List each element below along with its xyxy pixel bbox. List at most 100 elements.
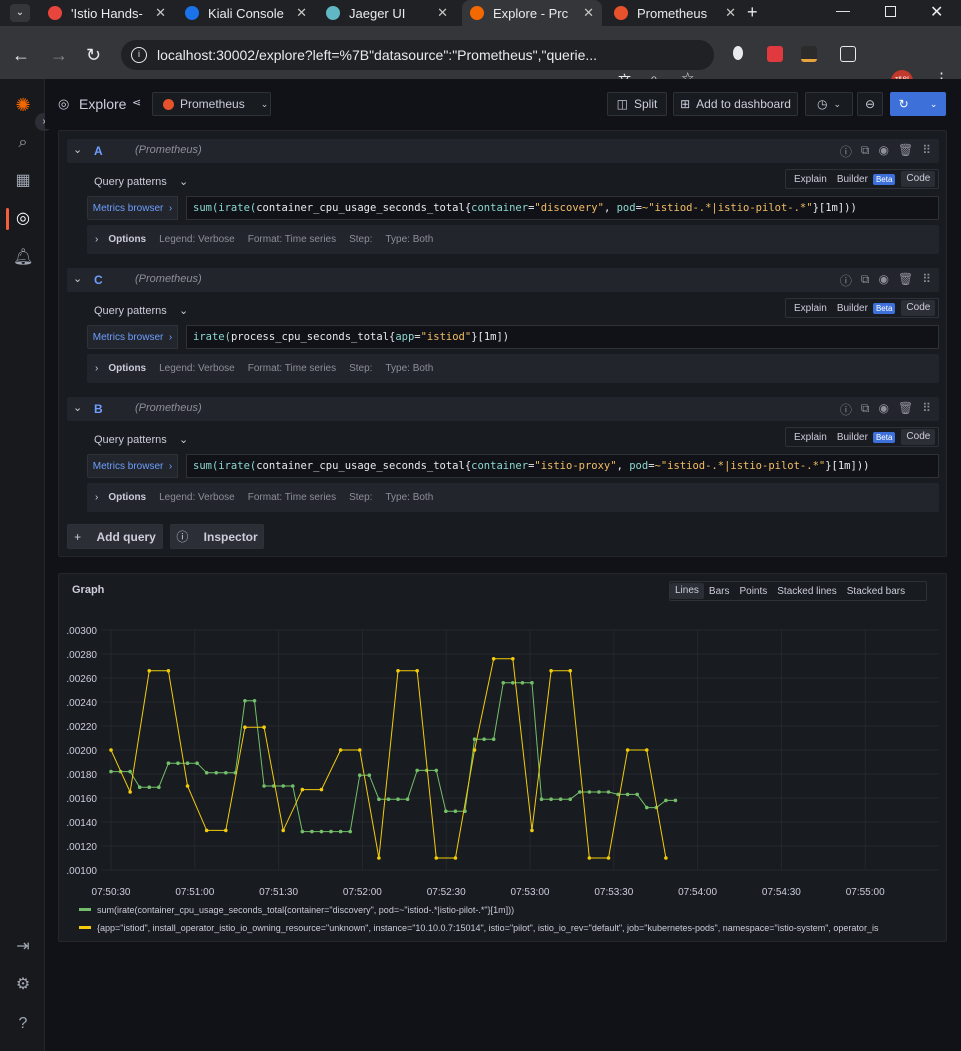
browser-tab[interactable]: 'Istio Hands- ✕ xyxy=(40,0,174,26)
query-header[interactable]: ⌄ A (Prometheus) ⓘ ⧉ ◉ 🗑︎ ⠿ xyxy=(67,139,939,163)
eye-icon[interactable]: ◉ xyxy=(878,272,888,289)
forward-icon[interactable]: → xyxy=(50,45,68,66)
datasource-picker[interactable]: Prometheus ⌄ xyxy=(152,92,271,116)
maximize-icon[interactable] xyxy=(885,6,896,17)
search-icon[interactable]: ⌕ xyxy=(13,133,33,153)
data-point xyxy=(137,785,142,789)
code-mode-tab[interactable]: Code xyxy=(901,429,936,445)
add-to-dashboard-button[interactable]: ⊞ Add to dashboard xyxy=(673,92,798,116)
data-point xyxy=(472,748,477,752)
extension-icon[interactable] xyxy=(801,46,817,62)
time-picker-button[interactable]: ◷ ⌄ xyxy=(805,92,853,116)
eye-icon[interactable]: ◉ xyxy=(878,143,888,160)
alerting-bell-icon[interactable]: 🔔︎ xyxy=(13,248,33,268)
dashboards-icon[interactable]: ▦ xyxy=(13,171,33,191)
trash-icon[interactable]: 🗑︎ xyxy=(898,272,913,289)
query-header[interactable]: ⌄ C (Prometheus) ⓘ ⧉ ◉ 🗑︎ ⠿ xyxy=(67,268,939,292)
close-tab-icon[interactable]: ✕ xyxy=(725,5,736,21)
close-tab-icon[interactable]: ✕ xyxy=(437,5,448,21)
explain-toggle[interactable]: Explain xyxy=(789,432,832,443)
browser-tab[interactable]: Explore - Prc ✕ xyxy=(462,0,602,26)
help-icon[interactable]: ⓘ xyxy=(840,401,852,418)
collapse-chevron-icon[interactable]: ⌄ xyxy=(73,272,82,285)
query-ref-id[interactable]: A xyxy=(94,144,103,158)
x-tick-label: 07:51:00 xyxy=(175,887,214,898)
builder-mode-tab[interactable]: Builder xyxy=(832,303,873,314)
puzzle-icon[interactable] xyxy=(840,46,856,62)
collapse-chevron-icon[interactable]: ⌄ xyxy=(73,143,82,156)
promql-query-input[interactable]: sum(irate(container_cpu_usage_seconds_to… xyxy=(186,196,939,220)
y-tick-label: .00220 xyxy=(66,722,97,733)
run-query-button[interactable]: ↻ ⌄ xyxy=(890,92,946,116)
query-ref-id[interactable]: B xyxy=(94,402,103,416)
explain-toggle[interactable]: Explain xyxy=(789,174,832,185)
help-icon[interactable]: ⓘ xyxy=(840,272,852,289)
metrics-browser-button[interactable]: Metrics browser › xyxy=(87,196,178,220)
drag-handle-icon[interactable]: ⠿ xyxy=(922,143,931,160)
code-mode-tab[interactable]: Code xyxy=(901,300,936,316)
query-header[interactable]: ⌄ B (Prometheus) ⓘ ⧉ ◉ 🗑︎ ⠿ xyxy=(67,397,939,421)
reload-icon[interactable]: ↻ xyxy=(86,45,101,66)
browser-tab[interactable]: Prometheus ✕ xyxy=(606,0,744,26)
trash-icon[interactable]: 🗑︎ xyxy=(898,143,913,160)
share-icon[interactable]: ⋖ xyxy=(132,96,141,109)
grafana-logo-icon[interactable]: ✺ xyxy=(13,95,33,115)
inspector-button[interactable]: ⓘ Inspector xyxy=(170,524,264,549)
code-mode-tab[interactable]: Code xyxy=(901,171,936,187)
drag-handle-icon[interactable]: ⠿ xyxy=(922,401,931,418)
query-options-row[interactable]: › Options Legend: Verbose Format: Time seri… xyxy=(87,225,939,254)
metrics-browser-button[interactable]: Metrics browser › xyxy=(87,325,178,349)
query-patterns-dropdown[interactable]: Query patterns ⌄ xyxy=(94,304,188,317)
chevron-down-icon[interactable]: ⌄ xyxy=(930,99,938,110)
query-patterns-dropdown[interactable]: Query patterns ⌄ xyxy=(94,433,188,446)
graph-panel: Graph Lines Bars Points Stacked lines Stacke… xyxy=(58,573,947,942)
time-series-chart[interactable]: .00300 .00280 .00260 .00240 .00220 .00200 .001… xyxy=(59,574,948,943)
x-tick-label: 07:53:00 xyxy=(511,887,550,898)
minimize-icon[interactable]: — xyxy=(836,2,850,18)
browser-tab[interactable]: Kiali Console ✕ xyxy=(177,0,315,26)
back-icon[interactable]: ← xyxy=(12,45,30,66)
data-point xyxy=(664,856,668,860)
close-window-icon[interactable]: ✕ xyxy=(930,2,943,22)
help-icon[interactable]: ⓘ xyxy=(840,143,852,160)
tab-search-icon[interactable]: ⌄ xyxy=(10,4,30,22)
tab-favicon xyxy=(48,6,62,20)
new-tab-icon[interactable]: + xyxy=(747,2,758,23)
explain-toggle[interactable]: Explain xyxy=(789,303,832,314)
metrics-browser-label: Metrics browser xyxy=(92,331,164,343)
address-bar[interactable]: i localhost:30002/explore?left=%7B"datas… xyxy=(121,40,714,70)
trash-icon[interactable]: 🗑︎ xyxy=(898,401,913,418)
close-tab-icon[interactable]: ✕ xyxy=(155,5,166,21)
sign-in-icon[interactable]: ⇥ xyxy=(13,937,33,957)
close-tab-icon[interactable]: ✕ xyxy=(583,5,594,21)
query-patterns-dropdown[interactable]: Query patterns ⌄ xyxy=(94,175,188,188)
explore-compass-icon[interactable]: ◎ xyxy=(13,209,33,229)
extension-icon[interactable] xyxy=(733,46,743,60)
browser-tab[interactable]: Jaeger UI ✕ xyxy=(318,0,456,26)
metrics-browser-button[interactable]: Metrics browser › xyxy=(87,454,178,478)
extension-icon[interactable] xyxy=(767,46,783,62)
collapse-chevron-icon[interactable]: ⌄ xyxy=(73,401,82,414)
duplicate-icon[interactable]: ⧉ xyxy=(861,272,870,289)
split-button[interactable]: ◫ Split xyxy=(607,92,667,116)
settings-gear-icon[interactable]: ⚙ xyxy=(13,975,33,995)
duplicate-icon[interactable]: ⧉ xyxy=(861,143,870,160)
help-icon[interactable]: ? xyxy=(13,1014,33,1034)
type-option: Type: Both xyxy=(385,234,434,245)
duplicate-icon[interactable]: ⧉ xyxy=(861,401,870,418)
promql-query-input[interactable]: irate(process_cpu_seconds_total{app="ist… xyxy=(186,325,939,349)
close-tab-icon[interactable]: ✕ xyxy=(296,5,307,21)
add-query-button[interactable]: + Add query xyxy=(67,524,163,549)
zoom-out-button[interactable]: ⊖ xyxy=(857,92,883,116)
builder-mode-tab[interactable]: Builder xyxy=(832,432,873,443)
promql-query-input[interactable]: sum(irate(container_cpu_usage_seconds_to… xyxy=(186,454,939,478)
site-info-icon[interactable]: i xyxy=(131,47,147,63)
builder-mode-tab[interactable]: Builder xyxy=(832,174,873,185)
drag-handle-icon[interactable]: ⠿ xyxy=(922,272,931,289)
query-options-row[interactable]: › Options Legend: Verbose Format: Time seri… xyxy=(87,354,939,383)
eye-icon[interactable]: ◉ xyxy=(878,401,888,418)
data-point xyxy=(625,748,630,752)
query-ref-id[interactable]: C xyxy=(94,273,103,287)
query-options-row[interactable]: › Options Legend: Verbose Format: Time seri… xyxy=(87,483,939,512)
x-tick-label: 07:51:30 xyxy=(259,887,298,898)
